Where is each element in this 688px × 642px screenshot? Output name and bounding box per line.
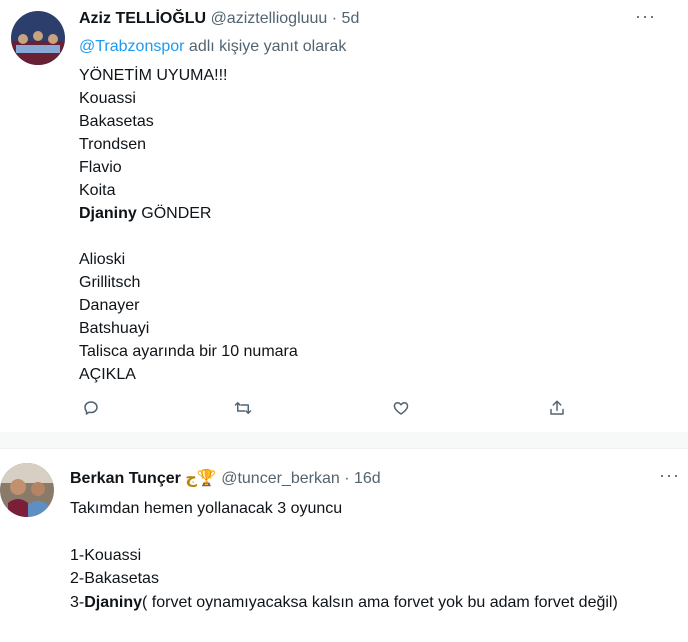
author-name[interactable]: Aziz TELLİOĞLU xyxy=(79,10,206,27)
reply-context-text: adlı kişiye yanıt olarak xyxy=(188,38,347,55)
tweet-line: 1-Kouassi xyxy=(70,546,142,564)
tweet-line: Talisca ayarında bir 10 numara xyxy=(79,343,298,360)
tweet-line: Danayer xyxy=(79,297,140,314)
avatar[interactable] xyxy=(0,463,54,517)
tweet-time[interactable]: 5d xyxy=(342,10,360,27)
tweet-line: Trondsen xyxy=(79,136,146,153)
tweet-text: YÖNETİM UYUMA!!! Kouassi Bakasetas Trond… xyxy=(79,64,298,386)
tweet-line: AÇIKLA xyxy=(79,366,136,383)
tweet-divider xyxy=(0,432,688,449)
tweet-line: Alioski xyxy=(79,251,126,268)
tweet-line-suffix: GÖNDER xyxy=(141,205,212,222)
tweet-line: Djaniny GÖNDER xyxy=(79,202,298,225)
tweet-line: YÖNETİM UYUMA!!! xyxy=(79,67,228,84)
tweet-1[interactable]: Aziz TELLİOĞLU @aziztelliogluuu · 5d ···… xyxy=(0,0,688,433)
separator: · xyxy=(331,10,338,27)
share-icon[interactable] xyxy=(545,396,569,420)
tweet-line: Batshuayi xyxy=(79,320,150,337)
tweet-header: Aziz TELLİOĞLU @aziztelliogluuu · 5d xyxy=(79,10,359,28)
bold-player-name: Djaniny xyxy=(79,205,137,222)
author-handle[interactable]: @aziztelliogluuu xyxy=(211,10,328,27)
reply-handle-link[interactable]: @Trabzonspor xyxy=(79,38,184,55)
tweet-line: Grillitsch xyxy=(79,274,141,291)
author-name[interactable]: Berkan Tunçer xyxy=(70,470,181,487)
reply-context: @Trabzonspor adlı kişiye yanıt olarak xyxy=(79,38,346,56)
more-options-icon[interactable]: ··· xyxy=(635,6,656,27)
tweet-line: Takımdan hemen yollanacak 3 oyuncu xyxy=(70,500,343,517)
tweet-line: Bakasetas xyxy=(79,113,154,130)
reply-icon[interactable] xyxy=(79,396,103,420)
tweet-header: Berkan Tunçer ج🏆 @tuncer_berkan · 16d xyxy=(70,468,381,488)
bold-player-name: Djaniny xyxy=(84,593,143,611)
trophy-icon: ج🏆 xyxy=(185,470,217,487)
separator: · xyxy=(344,470,350,487)
tweet-line: 3-Djaniny( forvet oynamıyacaksa kalsın a… xyxy=(70,591,670,615)
like-icon[interactable] xyxy=(389,396,413,420)
tweet-2[interactable]: Berkan Tunçer ج🏆 @tuncer_berkan · 16d ··… xyxy=(0,449,688,642)
more-options-icon[interactable]: ··· xyxy=(659,465,680,486)
author-handle[interactable]: @tuncer_berkan xyxy=(221,470,340,487)
tweet-line: 2-Bakasetas xyxy=(70,570,159,587)
tweet-line-rest: ( forvet oynamıyacaksa kalsın ama forvet… xyxy=(142,593,618,611)
list-number: 3- xyxy=(70,593,85,611)
tweet-line: Koita xyxy=(79,182,116,199)
tweet-text: Takımdan hemen yollanacak 3 oyuncu 1-Kou… xyxy=(70,497,670,614)
action-bar xyxy=(79,396,599,420)
avatar[interactable] xyxy=(11,11,65,65)
tweet-line: Kouassi xyxy=(79,90,136,107)
tweet-time[interactable]: 16d xyxy=(354,470,381,487)
tweet-line: Flavio xyxy=(79,159,122,176)
retweet-icon[interactable] xyxy=(231,396,255,420)
